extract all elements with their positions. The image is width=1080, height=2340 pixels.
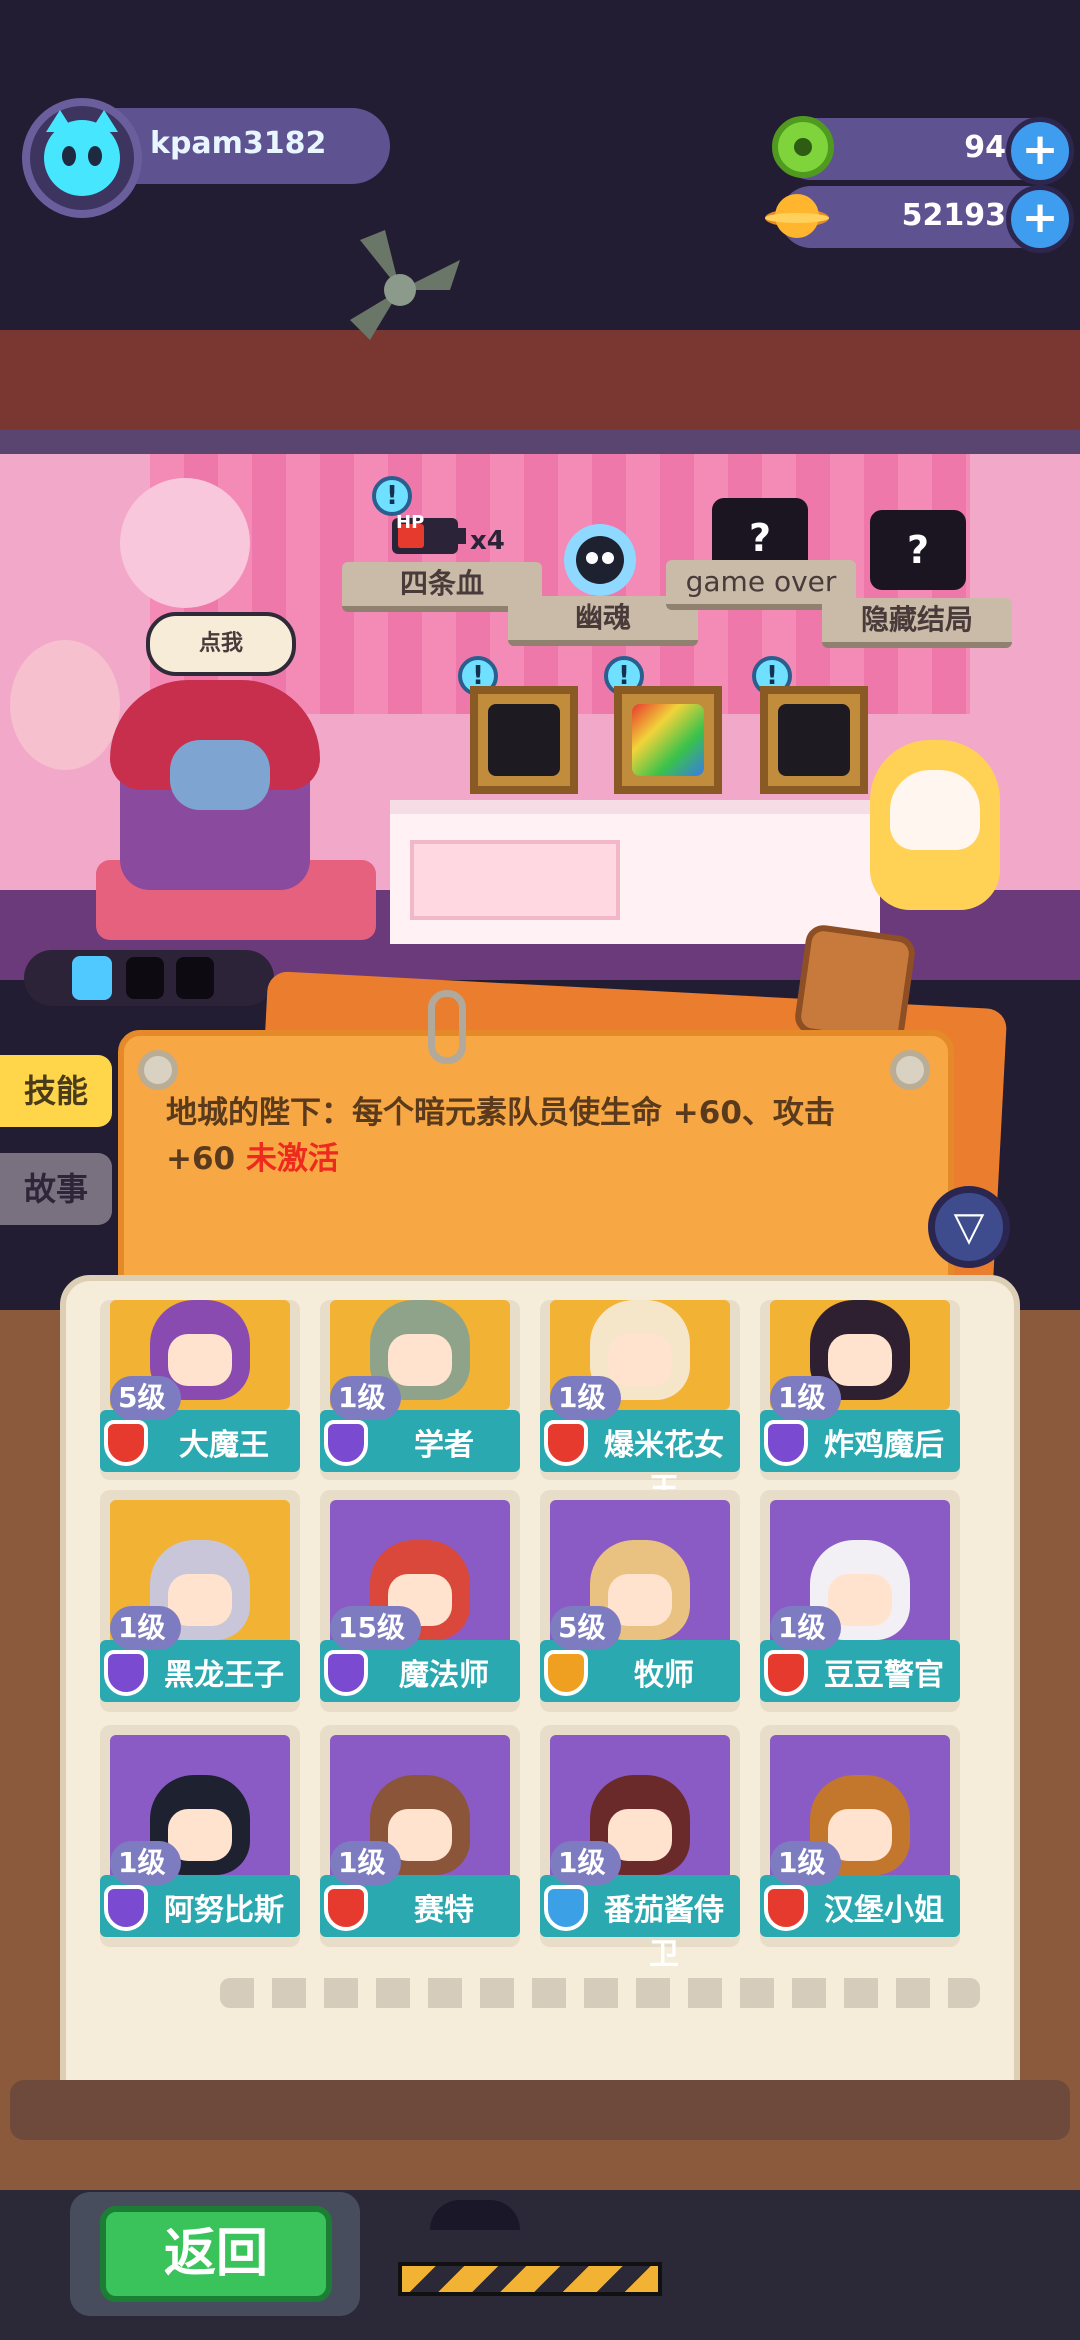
hero-name: 学者 xyxy=(414,1428,474,1463)
class-shield-icon xyxy=(104,1885,148,1931)
back-button[interactable]: 返回 xyxy=(100,2206,332,2302)
class-shield-icon xyxy=(324,1885,368,1931)
desk-drawer xyxy=(410,840,620,920)
picture-frame[interactable] xyxy=(760,686,868,794)
add-gems-button[interactable]: + xyxy=(1006,117,1074,185)
hero-name: 番茄酱侍卫 xyxy=(604,1893,724,1972)
hero-card[interactable]: 魔法师 15级 xyxy=(320,1490,520,1712)
player-name: kpam3182 xyxy=(150,126,327,161)
hero-level-badge: 1级 xyxy=(110,1606,182,1650)
demon-king-face xyxy=(170,740,270,810)
hero-face xyxy=(388,1334,452,1386)
picture-frame[interactable] xyxy=(470,686,578,794)
filter-funnel-icon[interactable]: ▽ xyxy=(928,1186,1010,1268)
pin-icon xyxy=(890,1050,930,1090)
class-shield-icon xyxy=(764,1420,808,1466)
hero-name: 阿努比斯 xyxy=(164,1893,284,1928)
class-shield-icon xyxy=(104,1650,148,1696)
paperclip-icon xyxy=(428,990,466,1064)
hero-card[interactable]: 阿努比斯 1级 xyxy=(100,1725,300,1947)
hero-level-badge: 15级 xyxy=(330,1606,421,1650)
pom-decoration xyxy=(120,478,250,608)
hero-card[interactable]: 汉堡小姐 1级 xyxy=(760,1725,960,1947)
hero-name: 牧师 xyxy=(634,1658,694,1693)
pin-icon xyxy=(138,1050,178,1090)
skull xyxy=(890,770,980,850)
hazard-stripe xyxy=(398,2262,662,2296)
tab-skill[interactable]: 技能 xyxy=(0,1055,112,1127)
shelf-rail xyxy=(0,430,1080,454)
skill-status: 未激活 xyxy=(245,1141,339,1177)
hero-card[interactable]: 牧师 5级 xyxy=(540,1490,740,1712)
skill-description: 地城的陛下：每个暗元素队员使生命 +60、攻击 +60 未激活 xyxy=(166,1090,906,1182)
class-shield-icon xyxy=(104,1420,148,1466)
gems-value: 94 xyxy=(964,130,1006,165)
hero-card[interactable]: 爆米花女王1级 xyxy=(540,1300,740,1507)
fan-decoration xyxy=(350,230,460,340)
hero-level-badge: 1级 xyxy=(770,1376,842,1420)
hero-card[interactable]: 大魔王 5级 xyxy=(100,1300,300,1480)
lightning-icon xyxy=(72,956,112,1000)
book-spine xyxy=(10,2080,1070,2140)
hero-face xyxy=(828,1334,892,1386)
hero-level-badge: 1级 xyxy=(550,1841,622,1885)
hero-card[interactable]: 赛特 1级 xyxy=(320,1725,520,1947)
class-shield-icon xyxy=(324,1420,368,1466)
hero-level-badge: 5级 xyxy=(110,1376,182,1420)
ghost-skull-icon xyxy=(564,524,636,596)
energy-slot xyxy=(176,957,214,999)
hero-card[interactable]: 学者 1级 xyxy=(320,1300,520,1480)
hero-name: 赛特 xyxy=(414,1893,474,1928)
hero-level-badge: 1级 xyxy=(770,1841,842,1885)
hero-face xyxy=(608,1334,672,1386)
hero-name: 黑龙王子 xyxy=(164,1658,284,1693)
hero-level-badge: 1级 xyxy=(770,1606,842,1650)
hero-name: 大魔王 xyxy=(179,1428,269,1463)
hero-level-badge: 1级 xyxy=(330,1841,402,1885)
energy-slot xyxy=(126,957,164,999)
picture-frame[interactable] xyxy=(614,686,722,794)
hero-card[interactable]: 炸鸡魔后 1级 xyxy=(760,1300,960,1480)
hero-name: 汉堡小姐 xyxy=(824,1893,944,1928)
flower-vase xyxy=(10,640,120,770)
peeking-creature xyxy=(430,2200,520,2230)
mystery-icon: ? xyxy=(870,510,966,590)
chat-badge-icon[interactable] xyxy=(792,922,918,1048)
collectible-label[interactable]: 隐藏结局 xyxy=(822,598,1012,648)
class-shield-icon xyxy=(544,1420,588,1466)
hp-multiplier: x4 xyxy=(470,526,505,556)
hero-level-badge: 1级 xyxy=(110,1841,182,1885)
hero-face xyxy=(168,1334,232,1386)
hero-card[interactable]: 黑龙王子 1级 xyxy=(100,1490,300,1712)
class-shield-icon xyxy=(764,1885,808,1931)
hero-name: 豆豆警官 xyxy=(824,1658,944,1693)
tab-story[interactable]: 故事 xyxy=(0,1153,112,1225)
class-shield-icon xyxy=(324,1650,368,1696)
hero-level-badge: 1级 xyxy=(330,1376,402,1420)
hp-badge: HP xyxy=(396,512,425,533)
class-shield-icon xyxy=(544,1650,588,1696)
hero-card[interactable]: 番茄酱侍卫 1级 xyxy=(540,1725,740,1972)
hero-level-badge: 1级 xyxy=(550,1376,622,1420)
speech-bubble[interactable]: 点我 xyxy=(146,612,296,676)
hero-card[interactable]: 豆豆警官 1级 xyxy=(760,1490,960,1712)
hero-level-badge: 5级 xyxy=(550,1606,622,1650)
page-footer-blur xyxy=(220,1978,980,2008)
cat-face-icon xyxy=(44,110,120,196)
add-coins-button[interactable]: + xyxy=(1006,185,1074,253)
class-shield-icon xyxy=(544,1885,588,1931)
class-shield-icon xyxy=(764,1650,808,1696)
hero-name: 炸鸡魔后 xyxy=(824,1428,944,1463)
coins-value: 52193 xyxy=(901,198,1006,233)
hero-name: 魔法师 xyxy=(399,1658,489,1693)
